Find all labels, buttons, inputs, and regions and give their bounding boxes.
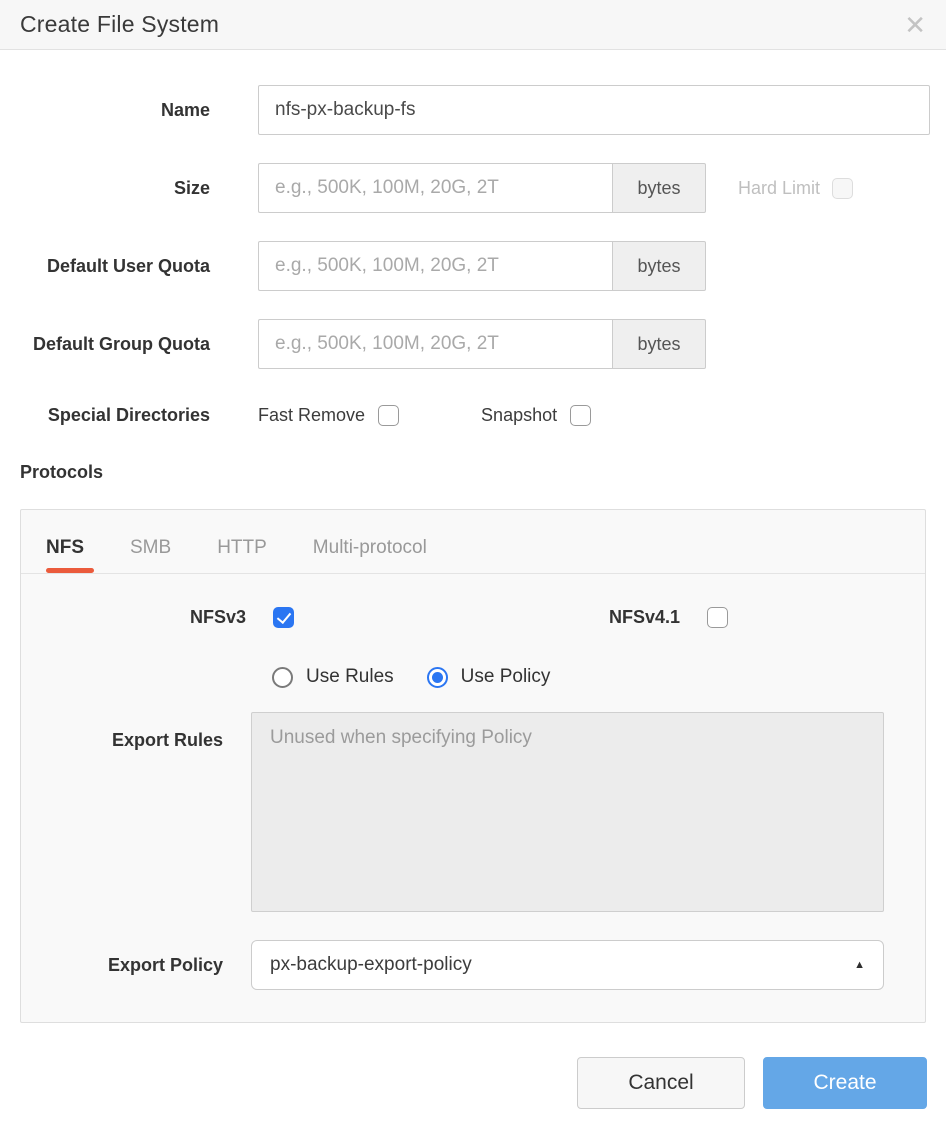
nfs-version-row: NFSv3 NFSv4.1 (21, 607, 925, 628)
default-user-quota-row: Default User Quota bytes (0, 241, 946, 291)
name-row: Name (0, 85, 946, 135)
default-user-quota-input[interactable] (258, 241, 612, 291)
hard-limit-checkbox[interactable] (832, 178, 853, 199)
export-rules-row: Export Rules (21, 712, 925, 912)
size-row: Size bytes Hard Limit (0, 163, 946, 213)
size-label: Size (0, 178, 210, 199)
size-input-group: bytes (258, 163, 706, 213)
dialog-title: Create File System (20, 11, 219, 38)
tab-multi-protocol[interactable]: Multi-protocol (313, 537, 427, 573)
default-group-quota-input[interactable] (258, 319, 612, 369)
tabs-separator (21, 573, 925, 574)
tab-http[interactable]: HTTP (217, 537, 267, 573)
export-policy-dropdown[interactable]: px-backup-export-policy ▲ (251, 940, 884, 990)
tab-smb[interactable]: SMB (130, 537, 171, 573)
use-policy-label: Use Policy (461, 666, 551, 688)
form-area: Name Size bytes Hard Limit Default User … (0, 50, 946, 426)
nfsv3-label: NFSv3 (21, 607, 246, 628)
name-label: Name (0, 100, 210, 121)
nfsv41-checkbox[interactable] (707, 607, 728, 628)
fast-remove-label: Fast Remove (258, 405, 365, 426)
tab-nfs[interactable]: NFS (46, 537, 84, 573)
use-rules-radio[interactable] (272, 667, 293, 688)
protocols-tabs: NFS SMB HTTP Multi-protocol (21, 510, 925, 573)
size-input[interactable] (258, 163, 612, 213)
export-policy-value: px-backup-export-policy (270, 954, 472, 976)
default-group-quota-label: Default Group Quota (0, 334, 210, 355)
nfsv41-label: NFSv4.1 (294, 607, 680, 628)
caret-up-icon: ▲ (854, 959, 865, 971)
export-mode-row: Use Rules Use Policy (272, 666, 925, 688)
hard-limit-label: Hard Limit (738, 178, 820, 199)
export-rules-label: Export Rules (21, 730, 223, 751)
size-unit: bytes (612, 163, 706, 213)
default-user-quota-group: bytes (258, 241, 706, 291)
snapshot-group: Snapshot (481, 405, 591, 426)
use-policy-option[interactable]: Use Policy (427, 666, 551, 688)
dialog-footer: Cancel Create (577, 1057, 927, 1109)
export-rules-textarea[interactable] (251, 712, 884, 912)
protocols-panel: NFS SMB HTTP Multi-protocol NFSv3 NFSv4.… (20, 509, 926, 1023)
special-directories-row: Special Directories Fast Remove Snapshot (0, 405, 946, 426)
close-icon[interactable]: ✕ (904, 12, 926, 38)
cancel-button[interactable]: Cancel (577, 1057, 745, 1109)
use-policy-radio[interactable] (427, 667, 448, 688)
default-group-quota-row: Default Group Quota bytes (0, 319, 946, 369)
fast-remove-group: Fast Remove (258, 405, 399, 426)
snapshot-checkbox[interactable] (570, 405, 591, 426)
snapshot-label: Snapshot (481, 405, 557, 426)
default-user-quota-label: Default User Quota (0, 256, 210, 277)
default-group-quota-group: bytes (258, 319, 706, 369)
default-group-quota-unit: bytes (612, 319, 706, 369)
special-directories-label: Special Directories (0, 405, 210, 426)
export-policy-row: Export Policy px-backup-export-policy ▲ (21, 940, 925, 990)
default-user-quota-unit: bytes (612, 241, 706, 291)
create-file-system-dialog: Create File System ✕ Name Size bytes Har… (0, 0, 946, 1126)
nfsv3-checkbox[interactable] (273, 607, 294, 628)
use-rules-option[interactable]: Use Rules (272, 666, 394, 688)
create-button[interactable]: Create (763, 1057, 927, 1109)
use-rules-label: Use Rules (306, 666, 394, 688)
export-policy-label: Export Policy (21, 955, 223, 976)
fast-remove-checkbox[interactable] (378, 405, 399, 426)
name-input[interactable] (258, 85, 930, 135)
hard-limit-group: Hard Limit (738, 178, 853, 199)
dialog-header: Create File System ✕ (0, 0, 946, 50)
protocols-section-label: Protocols (20, 462, 946, 483)
